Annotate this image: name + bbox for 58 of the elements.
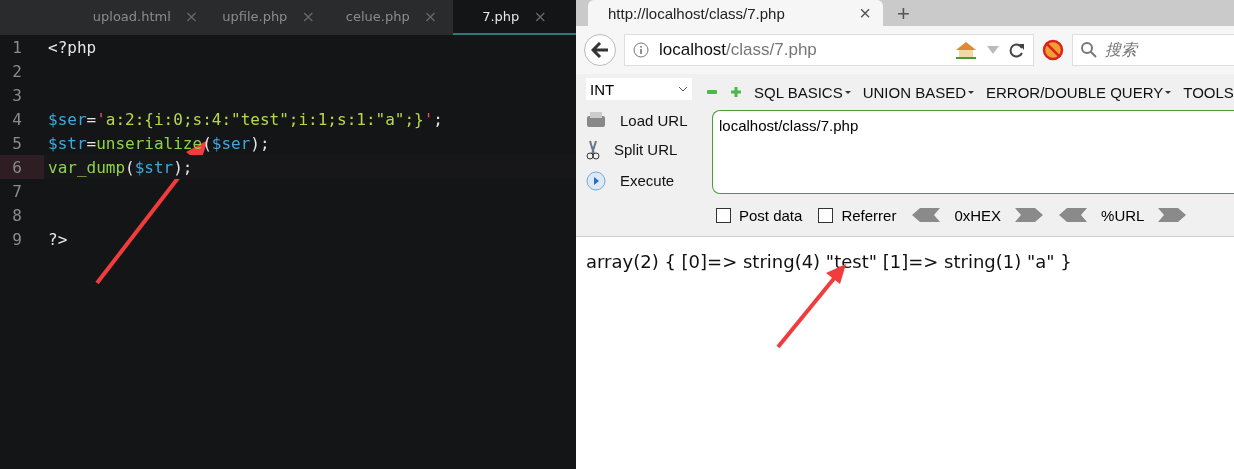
action-button[interactable]: Execute [620,172,675,190]
editor-tab[interactable]: upfile.php × [207,0,330,35]
line-number: 2 [11,61,22,81]
line-number: 7 [11,181,22,201]
editor-tab[interactable]: upload.html × [84,0,207,35]
back-icon [591,42,609,58]
browser-tab[interactable]: http://localhost/class/7.php × [588,0,883,26]
editor-tab[interactable]: 7.php × [453,0,576,35]
info-icon[interactable] [633,42,649,58]
scissors-icon [586,140,600,160]
search-icon [1081,42,1097,58]
code-line: var_dump($str); [48,157,193,177]
action-button[interactable]: Split URL [614,141,678,159]
line-number: 3 [11,85,22,105]
search-field[interactable]: 搜索 [1072,34,1234,66]
menu-item[interactable]: ERROR/DOUBLE QUERY [986,83,1172,101]
url-text: localhost/class/7.php [659,40,817,60]
chevron-icon [678,86,688,92]
arrow-icon[interactable] [1158,208,1187,222]
menu-item[interactable]: SQL BASICS [754,83,851,101]
checkbox[interactable] [716,207,731,223]
new-tab-button[interactable]: + [897,2,910,26]
checkbox-label: Post data [739,206,803,224]
plus-icon[interactable] [730,86,742,98]
output-text: array(2) { [0]=> string(4) "test" [1]=> string(1) "a" } [585,250,1073,274]
back-button[interactable] [584,34,616,66]
line-number: 6 [11,157,22,177]
dropdown-icon[interactable] [987,46,999,54]
arrow-icon[interactable] [1059,208,1088,222]
menu-item[interactable]: UNION BASED [862,83,974,101]
blocked-icon[interactable] [1042,39,1064,61]
line-number: 9 [11,229,22,249]
action-button[interactable]: Load URL [620,111,688,129]
checkbox-label: Referrer [841,206,897,224]
line-number: 4 [11,109,22,129]
printer-icon [586,111,606,130]
close-icon[interactable]: × [859,1,871,25]
reload-icon[interactable] [1009,42,1025,58]
code-line: $ser='a:2:{i:0;s:4:"test";i:1;s:1:"a";}'; [48,109,443,129]
address-bar[interactable]: localhost/class/7.php [624,34,1034,66]
line-number: 5 [11,133,22,153]
arrow-icon[interactable] [1015,208,1044,222]
code-line: $str=unserialize($ser); [48,133,270,153]
play-icon [586,170,606,191]
home-icon[interactable] [955,41,977,59]
url-field[interactable]: localhost/class/7.php [712,110,1234,194]
encoder-label: %URL [1101,206,1145,224]
line-number: 1 [11,37,22,57]
menu-item[interactable]: TOOLS [1183,83,1234,101]
editor-tab[interactable]: celue.php × [330,0,453,35]
checkbox[interactable] [818,207,834,223]
code-line: ?> [48,229,68,249]
type-select[interactable]: INT [586,78,692,100]
code-line: <?php [48,37,97,57]
arrow-icon[interactable] [912,208,941,222]
encoder-label: 0xHEX [954,206,1002,224]
tab-title: http://localhost/class/7.php [608,4,785,22]
line-number: 8 [11,205,22,225]
